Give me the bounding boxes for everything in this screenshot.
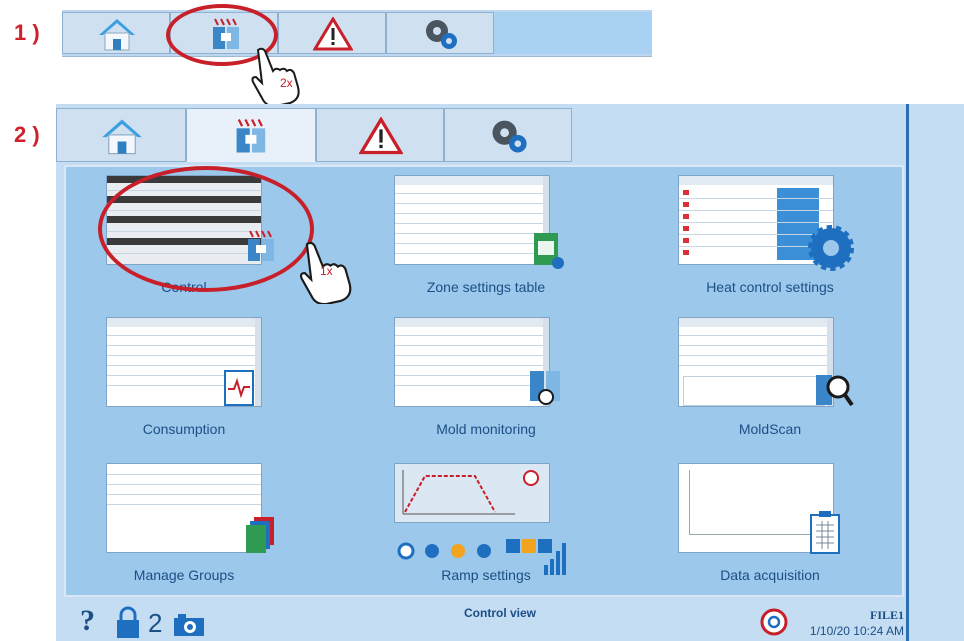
menu-label-moldscan: MoldScan	[738, 421, 802, 437]
double-click-badge: 2x	[280, 76, 293, 90]
manage-groups-thumbnail	[106, 463, 262, 553]
datetime: 1/10/20 10:24 AM	[809, 624, 904, 638]
gears-icon	[492, 120, 527, 153]
menu-label-ramp-settings: Ramp settings	[441, 567, 531, 583]
help-button[interactable]: ?	[80, 604, 95, 638]
home-icon	[102, 119, 142, 155]
menu-tile-zone-settings[interactable]: Zone settings table	[394, 175, 624, 305]
clipboard-grid-icon	[810, 511, 840, 554]
file-name: FILE1	[869, 608, 904, 622]
menu-tile-data-acquisition[interactable]: Data acquisition	[678, 463, 908, 593]
menu-tile-mold-monitoring[interactable]: Mold monitoring	[394, 317, 624, 447]
tab-home[interactable]	[62, 12, 170, 54]
camera-icon[interactable]	[172, 612, 206, 638]
main-tab-bar	[56, 108, 908, 162]
warning-icon	[313, 17, 353, 51]
tab-strip-filler	[494, 12, 652, 54]
tab-strip-preview	[62, 10, 652, 57]
lock-icon[interactable]	[114, 606, 142, 640]
menu-label-data-acquisition: Data acquisition	[720, 567, 820, 583]
menu-label-consumption: Consumption	[142, 421, 226, 437]
main-tab-settings[interactable]	[444, 108, 572, 162]
menu-tile-moldscan[interactable]: MoldScan	[678, 317, 908, 447]
energy-clipboard-icon	[224, 370, 254, 406]
single-click-badge: 1x	[320, 264, 333, 278]
tab-settings[interactable]	[386, 12, 494, 54]
gear-icon	[808, 225, 854, 271]
main-tab-home[interactable]	[56, 108, 186, 162]
step-1-label: 1 )	[14, 20, 40, 45]
access-level: 2	[148, 608, 163, 638]
menu-tile-ramp-settings[interactable]: Ramp settings	[394, 463, 624, 593]
step-2-label: 2 )	[14, 122, 40, 147]
power-status-icon[interactable]	[760, 608, 788, 636]
main-tab-control[interactable]	[186, 108, 316, 162]
warning-icon	[359, 117, 403, 155]
menu-label-heat-control: Heat control settings	[706, 279, 834, 295]
menu-tile-heat-control[interactable]: Heat control settings	[678, 175, 908, 305]
status-bar: ? 2 Control view FILE1 1/10/20 10:24 AM	[56, 600, 906, 641]
groups-icon	[246, 517, 274, 553]
menu-label-mold-monitoring: Mold monitoring	[436, 421, 536, 437]
moldscan-thumbnail	[678, 317, 834, 407]
highlight-ring-step2	[98, 166, 314, 292]
pointing-hand-icon	[251, 47, 300, 106]
mold-heating-icon	[236, 119, 266, 153]
view-title: Control view	[464, 606, 537, 620]
menu-tile-manage-groups[interactable]: Manage Groups	[106, 463, 336, 593]
gears-icon	[426, 20, 457, 49]
main-tab-alarms[interactable]	[316, 108, 444, 162]
home-icon	[99, 19, 135, 51]
magnifier-icon	[816, 375, 854, 407]
ramp-settings-thumbnail	[394, 463, 550, 523]
zone-settings-thumbnail	[394, 175, 550, 265]
menu-label-manage-groups: Manage Groups	[133, 567, 235, 583]
mold-search-icon	[530, 371, 560, 405]
right-side-panel	[909, 104, 964, 641]
menu-tile-consumption[interactable]: Consumption	[106, 317, 336, 447]
menu-label-zone-settings: Zone settings table	[426, 279, 546, 295]
table-settings-icon	[534, 233, 564, 269]
